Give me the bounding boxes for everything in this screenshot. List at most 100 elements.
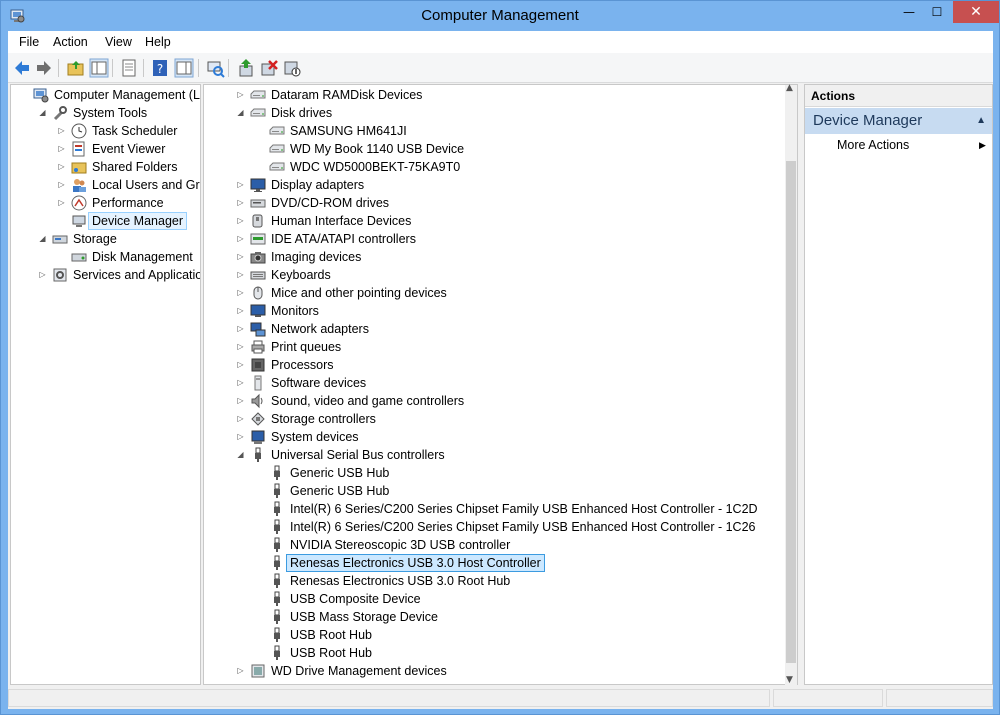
expand-arrow-collapsed-icon[interactable]: ▷ — [236, 320, 245, 338]
nav-tree-row[interactable]: ▷ Shared Folders — [11, 158, 200, 176]
expand-arrow-expanded-icon[interactable]: ◢ — [236, 104, 245, 122]
expand-arrow-collapsed-icon[interactable]: ▷ — [236, 392, 245, 410]
disable-device-icon[interactable] — [282, 58, 302, 78]
dvd-icon — [250, 195, 266, 211]
device-tree-row[interactable]: ◢ Universal Serial Bus controllers — [204, 446, 797, 464]
expand-arrow-collapsed-icon[interactable]: ▷ — [236, 338, 245, 356]
expand-arrow-collapsed-icon[interactable]: ▷ — [236, 356, 245, 374]
title-bar[interactable]: Computer Management — ☐ ✕ — [1, 1, 999, 31]
device-tree-row[interactable]: WDC WD5000BEKT-75KA9T0 — [204, 158, 797, 176]
device-tree-row[interactable]: Renesas Electronics USB 3.0 Host Control… — [204, 554, 797, 572]
device-tree-row[interactable]: USB Mass Storage Device — [204, 608, 797, 626]
expand-arrow-collapsed-icon[interactable]: ▷ — [236, 248, 245, 266]
device-tree-row[interactable]: SAMSUNG HM641JI — [204, 122, 797, 140]
device-tree-row[interactable]: Intel(R) 6 Series/C200 Series Chipset Fa… — [204, 518, 797, 536]
menu-view[interactable]: View — [105, 35, 132, 49]
expand-arrow-collapsed-icon[interactable]: ▷ — [236, 86, 245, 104]
scrollbar-thumb[interactable] — [786, 161, 796, 663]
scroll-down-icon[interactable]: ▼ — [786, 675, 793, 685]
expand-arrow-collapsed-icon[interactable]: ▷ — [38, 266, 47, 284]
device-tree-row[interactable]: ▷ Monitors — [204, 302, 797, 320]
collapse-section-icon[interactable]: ▲ — [976, 108, 986, 134]
expand-arrow-collapsed-icon[interactable]: ▷ — [57, 176, 66, 194]
expand-arrow-collapsed-icon[interactable]: ▷ — [57, 122, 66, 140]
expand-arrow-collapsed-icon[interactable]: ▷ — [236, 194, 245, 212]
menu-help[interactable]: Help — [145, 35, 171, 49]
device-tree-scrollbar[interactable]: ▲ ▼ — [785, 83, 797, 685]
up-folder-icon[interactable] — [66, 58, 86, 78]
expand-arrow-collapsed-icon[interactable]: ▷ — [236, 302, 245, 320]
update-driver-icon[interactable] — [236, 58, 256, 78]
nav-tree-row[interactable]: Computer Management (Local — [11, 86, 200, 104]
nav-tree-row[interactable]: ◢ System Tools — [11, 104, 200, 122]
device-tree-row[interactable]: USB Root Hub — [204, 644, 797, 662]
device-tree-row[interactable]: ▷ Software devices — [204, 374, 797, 392]
device-tree-row[interactable]: USB Composite Device — [204, 590, 797, 608]
scroll-up-icon[interactable]: ▲ — [786, 83, 793, 93]
device-tree-row[interactable]: ▷ Processors — [204, 356, 797, 374]
expand-arrow-collapsed-icon[interactable]: ▷ — [236, 428, 245, 446]
nav-tree-row[interactable]: ▷ Services and Applications — [11, 266, 200, 284]
expand-arrow-collapsed-icon[interactable]: ▷ — [236, 410, 245, 428]
device-tree-row[interactable]: ▷ Sound, video and game controllers — [204, 392, 797, 410]
expand-arrow-collapsed-icon[interactable]: ▷ — [236, 212, 245, 230]
expand-arrow-collapsed-icon[interactable]: ▷ — [236, 266, 245, 284]
nav-tree-row[interactable]: Disk Management — [11, 248, 200, 266]
device-tree-row[interactable]: ▷ Imaging devices — [204, 248, 797, 266]
menu-action[interactable]: Action — [53, 35, 88, 49]
actions-section-device-manager[interactable]: Device Manager ▲ — [805, 108, 992, 134]
nav-tree-row[interactable]: ▷ Local Users and Groups — [11, 176, 200, 194]
expand-arrow-collapsed-icon[interactable]: ▷ — [236, 230, 245, 248]
expand-arrow-expanded-icon[interactable]: ◢ — [38, 104, 47, 122]
uninstall-icon[interactable] — [259, 58, 279, 78]
device-tree-row[interactable]: ▷ Network adapters — [204, 320, 797, 338]
expand-arrow-collapsed-icon[interactable]: ▷ — [236, 374, 245, 392]
maximize-button[interactable]: ☐ — [923, 1, 951, 23]
nav-tree-row[interactable]: ▷ Event Viewer — [11, 140, 200, 158]
device-tree-row[interactable]: Generic USB Hub — [204, 482, 797, 500]
minimize-button[interactable]: — — [895, 1, 923, 23]
menu-file[interactable]: File — [19, 35, 39, 49]
device-tree-row[interactable]: ▷ DVD/CD-ROM drives — [204, 194, 797, 212]
device-tree-row[interactable]: Intel(R) 6 Series/C200 Series Chipset Fa… — [204, 500, 797, 518]
expand-arrow-collapsed-icon[interactable]: ▷ — [236, 284, 245, 302]
more-actions-item[interactable]: More Actions — [837, 138, 909, 152]
expand-arrow-collapsed-icon[interactable]: ▷ — [57, 140, 66, 158]
device-tree-row[interactable]: ▷ System devices — [204, 428, 797, 446]
display-icon — [250, 177, 266, 193]
device-tree-row[interactable]: ▷ Keyboards — [204, 266, 797, 284]
device-tree-row[interactable]: ▷ Display adapters — [204, 176, 797, 194]
device-tree-row[interactable]: NVIDIA Stereoscopic 3D USB controller — [204, 536, 797, 554]
expand-arrow-expanded-icon[interactable]: ◢ — [236, 446, 245, 464]
device-tree-row[interactable]: ▷ Mice and other pointing devices — [204, 284, 797, 302]
device-tree-row[interactable]: ▷ WD Drive Management devices — [204, 662, 797, 680]
device-tree-row[interactable]: ▷ Human Interface Devices — [204, 212, 797, 230]
expand-arrow-collapsed-icon[interactable]: ▷ — [236, 662, 245, 680]
device-tree-row[interactable]: ▷ IDE ATA/ATAPI controllers — [204, 230, 797, 248]
device-tree-row[interactable]: ▷ Dataram RAMDisk Devices — [204, 86, 797, 104]
nav-tree-row[interactable]: Device Manager — [11, 212, 200, 230]
forward-icon[interactable] — [34, 58, 54, 78]
scan-hardware-icon[interactable] — [205, 58, 225, 78]
expand-arrow-collapsed-icon[interactable]: ▷ — [57, 158, 66, 176]
nav-tree-row[interactable]: ◢ Storage — [11, 230, 200, 248]
device-tree-row[interactable]: Generic USB Hub — [204, 464, 797, 482]
properties-icon[interactable] — [119, 58, 139, 78]
usb-icon — [269, 645, 285, 661]
help-icon[interactable]: ? — [150, 58, 170, 78]
expand-arrow-expanded-icon[interactable]: ◢ — [38, 230, 47, 248]
device-tree-row[interactable]: ▷ Storage controllers — [204, 410, 797, 428]
device-tree-row[interactable]: ▷ Print queues — [204, 338, 797, 356]
close-button[interactable]: ✕ — [953, 1, 999, 23]
expand-arrow-collapsed-icon[interactable]: ▷ — [236, 176, 245, 194]
expand-arrow-collapsed-icon[interactable]: ▷ — [57, 194, 66, 212]
device-tree-row[interactable]: WD My Book 1140 USB Device — [204, 140, 797, 158]
nav-tree-row[interactable]: ▷ Performance — [11, 194, 200, 212]
nav-tree-row[interactable]: ▷ Task Scheduler — [11, 122, 200, 140]
show-hide-tree-icon[interactable] — [89, 58, 109, 78]
back-icon[interactable] — [12, 58, 32, 78]
show-hide-action-pane-icon[interactable] — [174, 58, 194, 78]
device-tree-row[interactable]: ◢ Disk drives — [204, 104, 797, 122]
device-tree-row[interactable]: Renesas Electronics USB 3.0 Root Hub — [204, 572, 797, 590]
device-tree-row[interactable]: USB Root Hub — [204, 626, 797, 644]
